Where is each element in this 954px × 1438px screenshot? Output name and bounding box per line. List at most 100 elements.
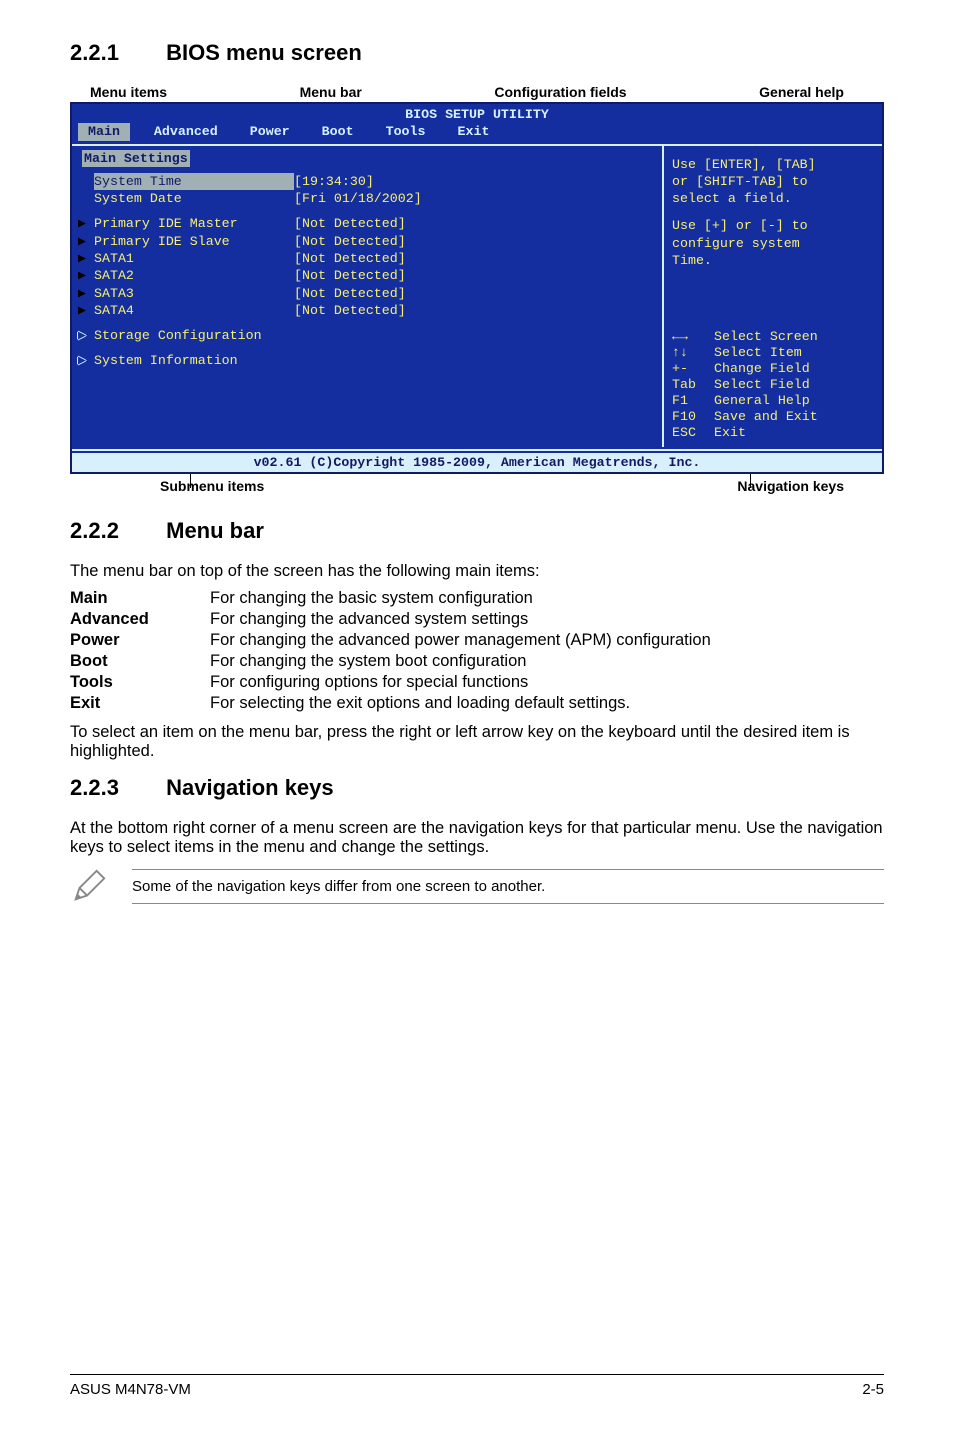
nav-general-help: General Help xyxy=(714,393,810,409)
nav-key-pm: +- xyxy=(672,361,714,377)
navkeys-paragraph: At the bottom right corner of a menu scr… xyxy=(70,819,884,857)
nav-key-f1: F1 xyxy=(672,393,714,409)
system-date-label: System Date xyxy=(94,190,294,207)
bios-tab-tools[interactable]: Tools xyxy=(378,123,434,140)
help-line: Time. xyxy=(672,252,874,269)
nav-key-esc: ESC xyxy=(672,425,714,441)
def-advanced-desc: For changing the advanced system setting… xyxy=(210,610,884,629)
def-tools-term: Tools xyxy=(70,673,210,692)
note-row: Some of the navigation keys differ from … xyxy=(70,867,884,905)
system-date-value: [Fri 01/18/2002] xyxy=(294,190,656,207)
sata4-val: [Not Detected] xyxy=(294,302,656,319)
note-text: Some of the navigation keys differ from … xyxy=(132,869,884,904)
section-heading-221: 2.2.1 BIOS menu screen xyxy=(70,40,884,66)
nav-keys-block: ←→Select Screen ↑↓Select Item +-Change F… xyxy=(672,329,874,441)
def-advanced-term: Advanced xyxy=(70,610,210,629)
help-line: or [SHIFT-TAB] to xyxy=(672,173,874,190)
system-date-row[interactable]: System Date [Fri 01/18/2002] xyxy=(78,190,656,207)
sata1-val: [Not Detected] xyxy=(294,250,656,267)
section-title: Navigation keys xyxy=(166,775,334,800)
system-info-row[interactable]: ▶ System Information xyxy=(78,352,656,369)
storage-config-row[interactable]: ▶ Storage Configuration xyxy=(78,327,656,344)
bios-tab-boot[interactable]: Boot xyxy=(314,123,362,140)
bios-body: Main Settings System Time [19:34:30] Sys… xyxy=(72,144,882,447)
sata1-row[interactable]: ▶ SATA1 [Not Detected] xyxy=(78,250,656,267)
section-number: 2.2.1 xyxy=(70,40,160,66)
section-title: BIOS menu screen xyxy=(166,40,362,65)
nav-select-screen: Select Screen xyxy=(714,329,818,345)
nav-key-ud-icon: ↑↓ xyxy=(672,345,714,361)
nav-exit: Exit xyxy=(714,425,746,441)
triangle-right-icon: ▶ xyxy=(78,352,94,369)
bios-menubar: Main Advanced Power Boot Tools Exit xyxy=(72,123,882,143)
primary-ide-slave-row[interactable]: ▶ Primary IDE Slave [Not Detected] xyxy=(78,233,656,250)
section-number: 2.2.3 xyxy=(70,775,160,801)
nav-change-field: Change Field xyxy=(714,361,810,377)
pide-master-val: [Not Detected] xyxy=(294,215,656,232)
def-power-desc: For changing the advanced power manageme… xyxy=(210,631,884,650)
bios-left-pane: Main Settings System Time [19:34:30] Sys… xyxy=(72,146,664,447)
section-title: Menu bar xyxy=(166,518,264,543)
system-info-label: System Information xyxy=(94,352,294,369)
pide-slave-label: Primary IDE Slave xyxy=(94,233,294,250)
help-line: Use [+] or [-] to xyxy=(672,217,874,234)
sata4-row[interactable]: ▶ SATA4 [Not Detected] xyxy=(78,302,656,319)
menubar-intro: The menu bar on top of the screen has th… xyxy=(70,562,884,581)
sata3-val: [Not Detected] xyxy=(294,285,656,302)
nav-select-field: Select Field xyxy=(714,377,810,393)
def-power-term: Power xyxy=(70,631,210,650)
triangle-right-icon: ▶ xyxy=(78,267,94,284)
triangle-right-icon: ▶ xyxy=(78,233,94,250)
system-time-row[interactable]: System Time [19:34:30] xyxy=(78,173,656,190)
label-navigation-keys: Navigation keys xyxy=(737,478,844,494)
def-exit-term: Exit xyxy=(70,694,210,713)
footer-right: 2-5 xyxy=(862,1381,884,1398)
def-boot-desc: For changing the system boot configurati… xyxy=(210,652,884,671)
bios-footer: v02.61 (C)Copyright 1985-2009, American … xyxy=(72,453,882,472)
sata3-row[interactable]: ▶ SATA3 [Not Detected] xyxy=(78,285,656,302)
label-submenu-items: Submenu items xyxy=(160,478,264,494)
nav-key-f10: F10 xyxy=(672,409,714,425)
bottom-callout-labels: Submenu items Navigation keys xyxy=(160,478,844,494)
nav-key-lr-icon: ←→ xyxy=(672,329,714,345)
bios-screenshot: BIOS SETUP UTILITY Main Advanced Power B… xyxy=(70,102,884,474)
main-settings-label: Main Settings xyxy=(82,150,190,167)
bios-help-pane: Use [ENTER], [TAB] or [SHIFT-TAB] to sel… xyxy=(664,146,882,447)
pide-slave-val: [Not Detected] xyxy=(294,233,656,250)
nav-key-tab: Tab xyxy=(672,377,714,393)
storage-config-label: Storage Configuration xyxy=(94,327,294,344)
help-line: configure system xyxy=(672,235,874,252)
sata2-row[interactable]: ▶ SATA2 [Not Detected] xyxy=(78,267,656,284)
def-boot-term: Boot xyxy=(70,652,210,671)
section-heading-222: 2.2.2 Menu bar xyxy=(70,518,884,544)
primary-ide-master-row[interactable]: ▶ Primary IDE Master [Not Detected] xyxy=(78,215,656,232)
system-time-label: System Time xyxy=(94,173,294,190)
label-config-fields: Configuration fields xyxy=(494,84,626,100)
def-main-term: Main xyxy=(70,589,210,608)
sata3-label: SATA3 xyxy=(94,285,294,302)
label-menu-items: Menu items xyxy=(90,84,167,100)
triangle-right-icon: ▶ xyxy=(78,302,94,319)
sata1-label: SATA1 xyxy=(94,250,294,267)
pencil-icon xyxy=(70,867,108,905)
def-tools-desc: For configuring options for special func… xyxy=(210,673,884,692)
section-heading-223: 2.2.3 Navigation keys xyxy=(70,775,884,801)
bios-tab-power[interactable]: Power xyxy=(242,123,298,140)
bios-window: BIOS SETUP UTILITY Main Advanced Power B… xyxy=(70,102,884,474)
bios-tab-advanced[interactable]: Advanced xyxy=(146,123,226,140)
label-menu-bar: Menu bar xyxy=(300,84,362,100)
system-time-value: [19:34:30] xyxy=(294,173,656,190)
nav-save-exit: Save and Exit xyxy=(714,409,818,425)
sata2-val: [Not Detected] xyxy=(294,267,656,284)
bios-tab-main[interactable]: Main xyxy=(78,123,130,140)
section-number: 2.2.2 xyxy=(70,518,160,544)
help-line: Use [ENTER], [TAB] xyxy=(672,156,874,173)
triangle-right-icon: ▶ xyxy=(78,285,94,302)
def-main-desc: For changing the basic system configurat… xyxy=(210,589,884,608)
def-exit-desc: For selecting the exit options and loadi… xyxy=(210,694,884,713)
page-footer: ASUS M4N78-VM 2-5 xyxy=(70,1374,884,1398)
footer-left: ASUS M4N78-VM xyxy=(70,1381,191,1398)
bios-tab-exit[interactable]: Exit xyxy=(450,123,498,140)
pide-master-label: Primary IDE Master xyxy=(94,215,294,232)
help-line: select a field. xyxy=(672,190,874,207)
